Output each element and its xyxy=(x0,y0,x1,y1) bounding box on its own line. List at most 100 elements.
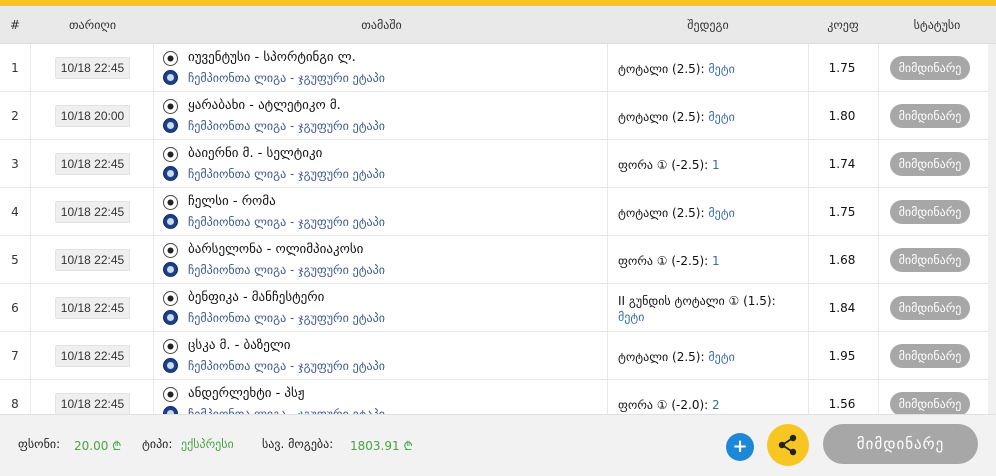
status-badge[interactable]: მიმდინარე xyxy=(890,296,970,320)
bet-outcome: ფორა ① (-2.0): 2 xyxy=(618,397,808,413)
champions-league-icon xyxy=(163,118,178,133)
row-number: 1 xyxy=(11,61,19,75)
match-title[interactable]: ბარსელონა - ოლიმპიაკოსი xyxy=(188,242,363,257)
champions-league-icon xyxy=(163,166,178,181)
soccer-ball-icon xyxy=(163,291,178,306)
bet-value: 1 xyxy=(712,158,720,172)
soccer-ball-icon xyxy=(163,195,178,210)
bet-label: II გუნდის ტოტალი ① (1.5): xyxy=(618,294,776,308)
column-divider xyxy=(153,332,154,380)
odds-value: 1.68 xyxy=(828,253,856,267)
league-name: ჩემპიონთა ლიგა - ჯგუფური ეტაპი xyxy=(188,167,385,181)
column-divider xyxy=(607,44,608,92)
column-divider xyxy=(607,140,608,188)
odds-value: 1.56 xyxy=(828,397,856,411)
bet-value: მეტი xyxy=(708,350,735,364)
soccer-ball-icon xyxy=(163,243,178,258)
match-title[interactable]: ბაიერნი მ. - სელტიკი xyxy=(188,146,322,161)
table-row[interactable]: 6 10/18 22:45 ბენფიკა - მანჩესტერი ჩემპი… xyxy=(0,284,996,332)
league-name: ჩემპიონთა ლიგა - ჯგუფური ეტაპი xyxy=(188,71,385,85)
bet-value: 2 xyxy=(712,398,720,412)
column-divider xyxy=(607,188,608,236)
stake-label: ფსონი: xyxy=(18,437,61,451)
column-divider xyxy=(808,332,809,380)
champions-league-icon xyxy=(163,310,178,325)
table-row[interactable]: 2 10/18 20:00 ყარაბახი - ატლეტიკო მ. ჩემ… xyxy=(0,92,996,140)
bet-label: ფორა ① (-2.5): xyxy=(618,254,709,268)
column-divider xyxy=(607,284,608,332)
win-value: 1803.91 ₾ xyxy=(350,439,413,453)
match-title[interactable]: ბენფიკა - მანჩესტერი xyxy=(188,290,324,305)
row-number: 2 xyxy=(11,109,19,123)
column-divider xyxy=(30,92,31,140)
bet-value: 1 xyxy=(712,254,720,268)
match-date: 10/18 22:45 xyxy=(55,297,130,319)
column-divider xyxy=(808,284,809,332)
bet-outcome: ფორა ① (-2.5): 1 xyxy=(618,253,808,269)
champions-league-icon xyxy=(163,406,178,414)
row-number: 5 xyxy=(11,253,19,267)
bet-outcome: ფორა ① (-2.5): 1 xyxy=(618,157,808,173)
match-title[interactable]: ანდერლეხტი - პსჟ xyxy=(188,386,305,401)
column-divider xyxy=(808,140,809,188)
bet-label: ფორა ① (-2.5): xyxy=(618,158,709,172)
odds-value: 1.75 xyxy=(828,205,856,219)
bet-outcome: II გუნდის ტოტალი ① (1.5): მეტი xyxy=(618,293,808,325)
match-title[interactable]: ჩელსი - რომა xyxy=(188,194,276,209)
status-badge[interactable]: მიმდინარე xyxy=(890,392,970,414)
table-row[interactable]: 3 10/18 22:45 ბაიერნი მ. - სელტიკი ჩემპი… xyxy=(0,140,996,188)
league-name: ჩემპიონთა ლიგა - ჯგუფური ეტაპი xyxy=(188,215,385,229)
champions-league-icon xyxy=(163,358,178,373)
type-value: ექსპრესი xyxy=(181,437,234,451)
table-row[interactable]: 8 10/18 22:45 ანდერლეხტი - პსჟ ჩემპიონთა… xyxy=(0,380,996,414)
status-badge[interactable]: მიმდინარე xyxy=(890,104,970,128)
stake-value: 20.00 ₾ xyxy=(74,439,122,453)
type-label: ტიპი: xyxy=(142,437,173,451)
header-bet: შედეგი xyxy=(687,18,729,32)
bet-label: ტოტალი (2.5): xyxy=(618,350,705,364)
win-label: სავ. მოგება: xyxy=(262,437,334,451)
column-divider xyxy=(878,332,879,380)
table-scrollbar[interactable] xyxy=(988,44,996,414)
column-divider xyxy=(808,92,809,140)
soccer-ball-icon xyxy=(163,147,178,162)
status-badge[interactable]: მიმდინარე xyxy=(890,200,970,224)
status-badge[interactable]: მიმდინარე xyxy=(890,344,970,368)
share-button[interactable] xyxy=(767,424,809,466)
table-header: # თარიღი თამაში შედეგი კოეფ სტატუსი xyxy=(0,6,996,44)
odds-value: 1.74 xyxy=(828,157,856,171)
table-row[interactable]: 5 10/18 22:45 ბარსელონა - ოლიმპიაკოსი ჩე… xyxy=(0,236,996,284)
table-row[interactable]: 1 10/18 22:45 იუვენტუსი - სპორტინგი ლ. ჩ… xyxy=(0,44,996,92)
league-name: ჩემპიონთა ლიგა - ჯგუფური ეტაპი xyxy=(188,407,385,414)
match-title[interactable]: ყარაბახი - ატლეტიკო მ. xyxy=(188,98,341,113)
table-row[interactable]: 4 10/18 22:45 ჩელსი - რომა ჩემპიონთა ლიგ… xyxy=(0,188,996,236)
match-title[interactable]: იუვენტუსი - სპორტინგი ლ. xyxy=(188,50,356,65)
row-number: 4 xyxy=(11,205,19,219)
column-divider xyxy=(30,140,31,188)
status-badge[interactable]: მიმდინარე xyxy=(890,248,970,272)
league-name: ჩემპიონთა ლიგა - ჯგუფური ეტაპი xyxy=(188,263,385,277)
column-divider xyxy=(878,92,879,140)
column-divider xyxy=(878,380,879,414)
column-divider xyxy=(153,140,154,188)
odds-value: 1.84 xyxy=(828,301,856,315)
match-date: 10/18 22:45 xyxy=(55,153,130,175)
soccer-ball-icon xyxy=(163,51,178,66)
status-badge[interactable]: მიმდინარე xyxy=(890,152,970,176)
match-date: 10/18 22:45 xyxy=(55,57,130,79)
column-divider xyxy=(808,188,809,236)
header-coef: კოეფ xyxy=(827,18,859,32)
match-date: 10/18 22:45 xyxy=(55,201,130,223)
match-title[interactable]: ცსკა მ. - ბაზელი xyxy=(188,338,290,353)
column-divider xyxy=(878,140,879,188)
table-row[interactable]: 7 10/18 22:45 ცსკა მ. - ბაზელი ჩემპიონთა… xyxy=(0,332,996,380)
match-date: 10/18 22:45 xyxy=(55,393,130,414)
champions-league-icon xyxy=(163,70,178,85)
add-button[interactable]: + xyxy=(726,433,754,461)
status-button[interactable]: მიმდინარე xyxy=(823,424,978,464)
column-divider xyxy=(30,380,31,414)
status-badge[interactable]: მიმდინარე xyxy=(890,56,970,80)
soccer-ball-icon xyxy=(163,339,178,354)
column-divider xyxy=(153,188,154,236)
column-divider xyxy=(878,44,879,92)
